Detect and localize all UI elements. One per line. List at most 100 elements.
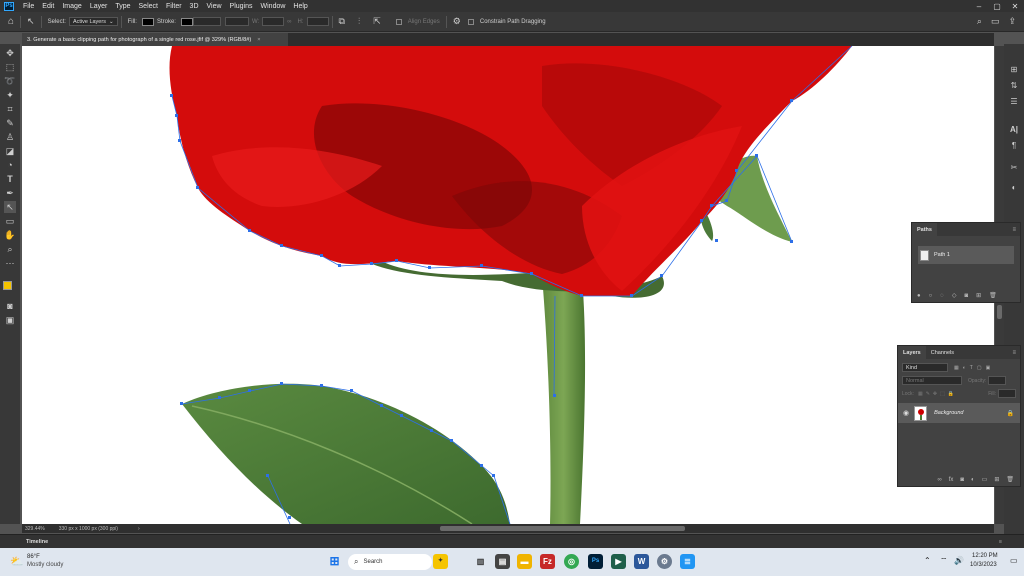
type-tool-icon[interactable]: T bbox=[4, 173, 16, 185]
paragraph-icon[interactable]: ¶ bbox=[1008, 140, 1020, 152]
workspace-icon[interactable]: ▭ bbox=[991, 16, 1000, 27]
filter-type-icon[interactable]: T bbox=[970, 365, 973, 371]
layer-row-background[interactable]: ◉ Background 🔒 bbox=[898, 403, 1020, 423]
volume-icon[interactable]: 🔊 bbox=[954, 556, 964, 565]
fill-swatch[interactable] bbox=[141, 17, 154, 26]
properties-icon[interactable]: ☰ bbox=[1008, 96, 1020, 108]
layer-mask-icon[interactable]: ◙ bbox=[960, 477, 964, 483]
path-operations-icon[interactable]: ⧉ bbox=[339, 16, 345, 27]
link-icon[interactable]: ∞ bbox=[287, 19, 291, 25]
task-view-icon[interactable]: ▥ bbox=[473, 554, 488, 569]
new-layer-icon[interactable]: ⊞ bbox=[994, 476, 999, 483]
minimize-icon[interactable]: – bbox=[970, 2, 988, 11]
notepad-icon[interactable]: ≣ bbox=[680, 554, 695, 569]
delete-path-icon[interactable]: 🗑 bbox=[989, 292, 997, 299]
network-icon[interactable]: ⌔ bbox=[940, 556, 948, 566]
close-window-icon[interactable]: ✕ bbox=[1006, 2, 1024, 11]
stroke-path-icon[interactable]: ○ bbox=[929, 293, 933, 299]
calculator-icon[interactable]: ▤ bbox=[495, 554, 510, 569]
filter-shape-icon[interactable]: ▢ bbox=[977, 365, 982, 371]
tab-channels[interactable]: Channels bbox=[926, 346, 959, 359]
stroke-width-field[interactable] bbox=[192, 17, 221, 26]
link-layers-icon[interactable]: ∞ bbox=[937, 477, 941, 483]
eye-icon[interactable]: ◉ bbox=[903, 409, 909, 417]
menu-3d[interactable]: 3D bbox=[190, 3, 199, 10]
opacity-field[interactable] bbox=[988, 376, 1007, 385]
paths-menu-icon[interactable]: ≡ bbox=[1012, 227, 1016, 233]
stamp-tool-icon[interactable]: ♙ bbox=[4, 131, 16, 143]
new-path-icon[interactable]: ⊞ bbox=[976, 292, 981, 299]
stroke-type-dropdown[interactable] bbox=[224, 17, 249, 26]
zoom-tool-icon[interactable]: ⌕ bbox=[4, 243, 16, 255]
zoom-level[interactable]: 329.44% bbox=[25, 526, 45, 532]
pen-tool-icon[interactable]: ✒ bbox=[4, 187, 16, 199]
fill-path-icon[interactable]: ● bbox=[917, 293, 921, 299]
direct-selection-icon[interactable]: ↖ bbox=[27, 16, 35, 27]
menu-layer[interactable]: Layer bbox=[90, 3, 108, 10]
search-highlight-icon[interactable]: ✦ bbox=[433, 554, 448, 569]
menu-file[interactable]: File bbox=[23, 3, 34, 10]
horizontal-scrollbar[interactable] bbox=[440, 526, 685, 531]
menu-select[interactable]: Select bbox=[139, 3, 158, 10]
adjustments-icon[interactable]: ⇅ bbox=[1008, 80, 1020, 92]
search-box[interactable]: ⌕ Search bbox=[348, 554, 432, 570]
direct-selection-tool-icon[interactable]: ↖ bbox=[4, 201, 16, 213]
filter-adjust-icon[interactable]: ◐ bbox=[963, 365, 966, 371]
height-field[interactable] bbox=[306, 17, 329, 26]
maximize-icon[interactable]: ▢ bbox=[988, 2, 1006, 11]
brushes-icon[interactable]: ◐ bbox=[1008, 182, 1020, 194]
load-selection-icon[interactable]: ◌ bbox=[940, 293, 944, 299]
search-icon[interactable]: ⌕ bbox=[977, 16, 982, 27]
share-icon[interactable]: ⇪ bbox=[1008, 16, 1016, 27]
lock-all-icon[interactable]: 🔒 bbox=[948, 391, 954, 397]
weather-icon[interactable]: ⛅ bbox=[10, 555, 24, 568]
filter-smart-icon[interactable]: ▣ bbox=[986, 365, 991, 371]
filter-pixel-icon[interactable]: ▦ bbox=[954, 365, 959, 371]
hand-tool-icon[interactable]: ✋ bbox=[4, 229, 16, 241]
kind-filter-dropdown[interactable]: Kind bbox=[902, 363, 948, 372]
clock-date[interactable]: 10/3/2023 bbox=[970, 562, 997, 568]
lock-artboard-icon[interactable]: ⬚ bbox=[940, 391, 945, 397]
gear-icon[interactable]: ⚙ bbox=[453, 16, 461, 27]
eraser-tool-icon[interactable]: ◪ bbox=[4, 145, 16, 157]
path-arrangement-icon[interactable]: ⇱ bbox=[373, 16, 381, 27]
menu-help[interactable]: Help bbox=[293, 3, 307, 10]
tab-layers[interactable]: Layers bbox=[898, 346, 926, 359]
move-tool-icon[interactable]: ✥ bbox=[4, 47, 16, 59]
tab-paths[interactable]: Paths bbox=[912, 223, 937, 236]
layers-menu-icon[interactable]: ≡ bbox=[1012, 350, 1016, 356]
notification-icon[interactable]: ▭ bbox=[1010, 556, 1018, 565]
settings-icon[interactable]: ⚙ bbox=[657, 554, 672, 569]
lasso-tool-icon[interactable]: ➰ bbox=[4, 75, 16, 87]
clock-time[interactable]: 12:20 PM bbox=[972, 553, 998, 559]
tool-presets-icon[interactable]: ✂ bbox=[1008, 162, 1020, 174]
magic-wand-tool-icon[interactable]: ✦ bbox=[4, 89, 16, 101]
timeline-label[interactable]: Timeline bbox=[26, 539, 48, 545]
crop-tool-icon[interactable]: ⌗ bbox=[4, 103, 16, 115]
vertical-scrollbar-thumb[interactable] bbox=[997, 305, 1002, 319]
delete-layer-icon[interactable]: 🗑 bbox=[1006, 476, 1014, 483]
constrain-checkbox[interactable] bbox=[467, 18, 474, 25]
tray-chevron-icon[interactable]: ⌃ bbox=[924, 556, 931, 565]
menu-type[interactable]: Type bbox=[115, 3, 130, 10]
chrome-icon[interactable]: ◎ bbox=[564, 554, 579, 569]
fill-field[interactable] bbox=[998, 389, 1016, 398]
weather-desc[interactable]: Mostly cloudy bbox=[27, 562, 63, 568]
photoshop-taskbar-icon[interactable]: Ps bbox=[588, 554, 603, 569]
file-explorer-icon[interactable]: ▬ bbox=[517, 554, 532, 569]
dodge-tool-icon[interactable]: ◔ bbox=[4, 159, 16, 171]
foreground-color-swatch[interactable] bbox=[3, 281, 12, 290]
screen-mode-icon[interactable]: ▣ bbox=[4, 314, 16, 326]
menu-plugins[interactable]: Plugins bbox=[230, 3, 253, 10]
menu-edit[interactable]: Edit bbox=[42, 3, 54, 10]
timeline-menu-icon[interactable]: ≡ bbox=[999, 539, 1002, 545]
adjustment-layer-icon[interactable]: ◐ bbox=[971, 477, 975, 483]
menu-window[interactable]: Window bbox=[261, 3, 286, 10]
document-info[interactable]: 330 px x 1000 px (300 ppi) bbox=[59, 526, 118, 532]
make-path-icon[interactable]: ◇ bbox=[952, 292, 957, 299]
start-icon[interactable]: ⊞ bbox=[327, 554, 342, 569]
lock-paint-icon[interactable]: ✎ bbox=[926, 391, 930, 397]
path-row[interactable]: Path 1 bbox=[918, 246, 1014, 264]
marquee-tool-icon[interactable]: ⬚ bbox=[4, 61, 16, 73]
more-tools-icon[interactable]: ⋯ bbox=[4, 257, 16, 269]
